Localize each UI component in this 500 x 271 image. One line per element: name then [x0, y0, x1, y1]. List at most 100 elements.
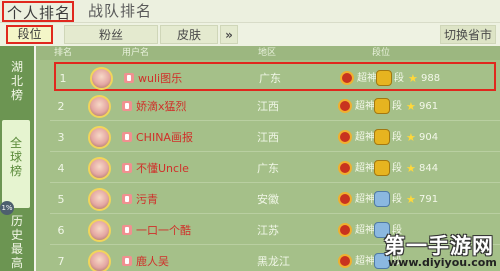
rank-number: 7	[57, 255, 65, 268]
header-region: 地区	[258, 48, 277, 58]
player-name[interactable]: CHINA画报	[136, 123, 193, 152]
rank-tier-label: 超神	[355, 101, 375, 112]
sub-tab-bar: 段位 粉丝 皮肤 » 切换省市	[0, 23, 500, 46]
star-icon: ★	[406, 131, 416, 144]
gender-icon	[122, 132, 132, 142]
rank-number: 2	[57, 100, 65, 113]
nav-province-board[interactable]: 湖 北 榜	[0, 60, 34, 102]
player-name[interactable]: 鹿人吴	[136, 247, 169, 271]
player-name[interactable]: 娇滴x猛烈	[136, 92, 187, 121]
nav-history-char: 高	[10, 256, 23, 270]
star-count: 904	[419, 132, 439, 143]
table-row[interactable]: 2 娇滴x猛烈 江西 超神 段 ★ 961	[50, 92, 500, 121]
rank-number: 1	[59, 72, 67, 85]
player-region: 安徽	[257, 193, 279, 206]
dan-label: 段	[394, 73, 404, 84]
player-region: 广东	[257, 162, 279, 175]
rank-number: 3	[57, 131, 65, 144]
rank-tier-label: 超神	[355, 194, 375, 205]
gender-icon	[122, 256, 132, 266]
rank-tier-label: 超神	[355, 256, 375, 267]
nav-history-best[interactable]: 历 史 最 高	[0, 214, 34, 270]
avatar[interactable]	[88, 250, 111, 271]
rank-emblem-icon	[338, 254, 352, 268]
more-tabs-button[interactable]: »	[220, 25, 238, 44]
header-rank: 排名	[54, 48, 73, 58]
table-row[interactable]: 1 wuli图乐 广东 超神 段 ★ 988	[54, 62, 496, 91]
header-user: 用户名	[122, 48, 150, 58]
gender-icon	[122, 194, 132, 204]
avatar[interactable]	[88, 95, 111, 118]
rank-emblem-icon	[338, 161, 352, 175]
tier-medal-icon	[376, 70, 392, 86]
nav-province-char: 榜	[10, 88, 23, 102]
table-row[interactable]: 5 污青 安徽 超神 段 ★ 791	[50, 185, 500, 214]
header-tier: 段位	[372, 48, 391, 58]
tier-medal-icon	[374, 98, 390, 114]
star-icon: ★	[406, 162, 416, 175]
rank-emblem-icon	[338, 223, 352, 237]
switch-province-button[interactable]: 切换省市	[440, 25, 496, 44]
left-nav: 湖 北 榜 全 球 榜 历 史 最 高 1%	[0, 46, 34, 271]
avatar[interactable]	[88, 157, 111, 180]
table-header: 排名 用户名 地区 段位	[36, 46, 500, 60]
player-region: 江西	[257, 100, 279, 113]
status-dot: 1%	[0, 201, 14, 215]
nav-history-char: 历	[10, 214, 23, 228]
subtab-rank[interactable]: 段位	[6, 25, 53, 44]
dan-label: 段	[392, 163, 402, 174]
rank-tier-label: 超神	[355, 225, 375, 236]
rank-tier-label: 超神	[357, 73, 377, 84]
gender-icon	[122, 101, 132, 111]
rank-number: 6	[57, 224, 65, 237]
gender-icon	[124, 73, 134, 83]
site-watermark: 第一手游网 www.diyiyou.com	[378, 228, 500, 271]
watermark-url: www.diyiyou.com	[388, 256, 497, 269]
rank-emblem-icon	[338, 192, 352, 206]
tab-team-ranking[interactable]: 战队排名	[88, 1, 152, 22]
nav-history-char: 史	[10, 228, 23, 242]
star-count: 844	[419, 163, 439, 174]
rank-tier-label: 超神	[355, 132, 375, 143]
rank-tier-label: 超神	[355, 163, 375, 174]
table-row[interactable]: 3 CHINA画报 江西 超神 段 ★ 904	[50, 123, 500, 152]
avatar[interactable]	[88, 219, 111, 242]
gender-icon	[122, 225, 132, 235]
tier-medal-icon	[374, 129, 390, 145]
avatar[interactable]	[90, 67, 113, 90]
gender-icon	[122, 163, 132, 173]
rank-number: 5	[57, 193, 65, 206]
nav-province-char: 北	[10, 74, 23, 88]
player-name[interactable]: 不懂Uncle	[136, 154, 189, 183]
nav-global-char: 全	[9, 136, 22, 150]
avatar[interactable]	[88, 126, 111, 149]
player-name[interactable]: 污青	[136, 185, 158, 214]
star-icon: ★	[408, 72, 418, 85]
tab-personal-ranking[interactable]: 个人排名	[2, 1, 74, 22]
player-name[interactable]: wuli图乐	[138, 64, 182, 93]
player-region: 江苏	[257, 224, 279, 237]
player-region: 黑龙江	[257, 255, 290, 268]
rank-emblem-icon	[340, 71, 354, 85]
top-tab-bar: 个人排名 战队排名	[0, 0, 500, 23]
nav-global-char: 球	[9, 150, 22, 164]
player-name[interactable]: 一口一个酷	[136, 216, 191, 245]
dan-label: 段	[392, 101, 402, 112]
star-icon: ★	[406, 193, 416, 206]
avatar[interactable]	[88, 188, 111, 211]
dan-label: 段	[392, 132, 402, 143]
nav-global-char: 榜	[9, 164, 22, 178]
subtab-fans[interactable]: 粉丝	[64, 25, 158, 44]
nav-global-board[interactable]: 全 球 榜	[2, 120, 30, 208]
table-row[interactable]: 4 不懂Uncle 广东 超神 段 ★ 844	[50, 154, 500, 183]
nav-history-char: 最	[10, 242, 23, 256]
subtab-skin[interactable]: 皮肤	[160, 25, 218, 44]
star-icon: ★	[406, 100, 416, 113]
star-count: 961	[419, 101, 439, 112]
rank-emblem-icon	[338, 99, 352, 113]
player-region: 江西	[257, 131, 279, 144]
tier-medal-icon	[374, 191, 390, 207]
rank-number: 4	[57, 162, 65, 175]
tier-medal-icon	[374, 160, 390, 176]
dan-label: 段	[392, 194, 402, 205]
